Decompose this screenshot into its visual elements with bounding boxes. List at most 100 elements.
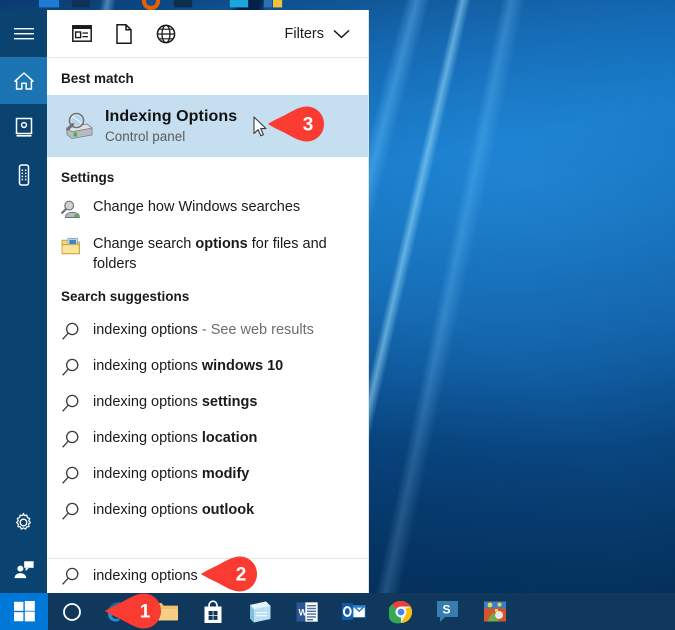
suggestion-see-web-results[interactable]: indexing options - See web results bbox=[47, 313, 368, 349]
cortana-search-panel: Filters Best match Indexing Options Cont… bbox=[0, 10, 369, 593]
rail-item-devices[interactable] bbox=[0, 151, 47, 198]
suggestion-label: indexing options settings bbox=[91, 393, 257, 413]
settings-item-change-search-options[interactable]: Change search options for files and fold… bbox=[47, 231, 368, 276]
mouse-cursor bbox=[253, 116, 267, 137]
cortana-button[interactable] bbox=[48, 593, 95, 630]
store-button[interactable] bbox=[189, 593, 236, 630]
sticky-notes-icon bbox=[249, 601, 270, 622]
cortana-content: Filters Best match Indexing Options Cont… bbox=[47, 10, 369, 593]
settings-label-part: Change search bbox=[93, 236, 196, 252]
suggestion-text-bold: outlook bbox=[201, 502, 255, 519]
word-button[interactable]: W bbox=[283, 593, 330, 630]
suggestion-text: indexing options bbox=[93, 502, 202, 519]
suggestion-settings[interactable]: indexing options settings bbox=[47, 385, 368, 421]
best-match-title: Indexing Options bbox=[105, 108, 238, 125]
store-bag-icon bbox=[204, 599, 221, 623]
suggestion-outlook[interactable]: indexing options outlook bbox=[47, 493, 368, 529]
chrome-button[interactable] bbox=[377, 593, 424, 630]
settings-item-change-how-windows-searches[interactable]: Change how Windows searches bbox=[47, 194, 368, 231]
search-icon bbox=[61, 567, 91, 586]
home-icon bbox=[13, 71, 34, 90]
magnifier-icon-glyph bbox=[62, 466, 79, 484]
edge-icon bbox=[107, 601, 129, 621]
folder-options-icon-glyph bbox=[61, 237, 80, 255]
search-input[interactable]: indexing options bbox=[47, 558, 368, 593]
rail-item-feedback[interactable] bbox=[0, 546, 47, 593]
settings-label-part: Change how Windows searches bbox=[93, 199, 301, 215]
screen: Filters Best match Indexing Options Cont… bbox=[0, 0, 675, 630]
magnifier-icon-glyph bbox=[62, 358, 79, 376]
magnifier-icon bbox=[61, 502, 91, 521]
suggestion-modify[interactable]: indexing options modify bbox=[47, 457, 368, 493]
sticky-notes-button[interactable] bbox=[236, 593, 283, 630]
suggestion-text: indexing options bbox=[93, 466, 202, 483]
magnifier-icon-glyph bbox=[62, 567, 79, 585]
suggestion-text-bold: location bbox=[201, 430, 258, 447]
suggestion-location[interactable]: indexing options location bbox=[47, 421, 368, 457]
search-person-icon-glyph bbox=[61, 200, 80, 218]
filters-button[interactable]: Filters bbox=[285, 26, 356, 42]
magnifier-icon bbox=[61, 322, 91, 341]
indexing-options-icon-glyph bbox=[66, 112, 93, 139]
start-button[interactable] bbox=[0, 593, 48, 630]
suggestion-text-bold: windows 10 bbox=[201, 358, 284, 375]
game-tile-icon bbox=[483, 601, 506, 622]
snagit-icon: S bbox=[437, 601, 458, 622]
notebook-icon bbox=[15, 117, 32, 137]
settings-item-label: Change search options for files and fold… bbox=[91, 233, 358, 274]
outlook-button[interactable] bbox=[330, 593, 377, 630]
suggestion-text-muted: - See web results bbox=[197, 322, 314, 339]
suggestion-label: indexing options location bbox=[91, 429, 257, 449]
app-window-icon bbox=[72, 25, 92, 42]
cortana-rail-bottom bbox=[0, 499, 47, 593]
filter-web-button[interactable] bbox=[145, 15, 187, 53]
search-input-value: indexing options bbox=[93, 568, 198, 584]
search-person-icon bbox=[61, 196, 91, 219]
gear-icon bbox=[15, 512, 32, 530]
snagit-button[interactable]: S bbox=[424, 593, 471, 630]
settings-item-label: Change how Windows searches bbox=[91, 196, 300, 218]
settings-label-part-bold: options bbox=[195, 236, 248, 252]
filter-documents-button[interactable] bbox=[103, 15, 145, 53]
file-explorer-button[interactable] bbox=[142, 593, 189, 630]
suggestion-label: indexing options outlook bbox=[91, 501, 254, 521]
magnifier-icon-glyph bbox=[62, 394, 79, 412]
magnifier-icon bbox=[61, 430, 91, 449]
outlook-icon bbox=[341, 603, 366, 620]
rail-item-settings[interactable] bbox=[0, 499, 47, 546]
magnifier-icon bbox=[61, 466, 91, 485]
suggestion-text-bold: settings bbox=[201, 394, 258, 411]
taskbar: W S bbox=[0, 593, 675, 630]
rail-item-notebook[interactable] bbox=[0, 104, 47, 151]
chrome-icon bbox=[388, 600, 412, 624]
magnifier-icon-glyph bbox=[62, 430, 79, 448]
cortana-circle-icon bbox=[62, 602, 81, 621]
edge-button[interactable] bbox=[95, 593, 142, 630]
magnifier-icon-glyph bbox=[62, 502, 79, 520]
best-match-heading: Best match bbox=[61, 71, 134, 86]
game-button[interactable] bbox=[471, 593, 518, 630]
hamburger-icon bbox=[13, 27, 34, 39]
suggestion-text: indexing options bbox=[93, 322, 198, 339]
magnifier-icon bbox=[61, 394, 91, 413]
search-results-list: Best match Indexing Options Control pane… bbox=[47, 58, 368, 558]
chevron-down-icon bbox=[333, 29, 350, 38]
best-match-row[interactable]: Indexing Options Control panel bbox=[47, 95, 368, 157]
suggestion-text: indexing options bbox=[93, 394, 202, 411]
folder-options-icon bbox=[61, 233, 91, 256]
word-icon: W bbox=[296, 601, 318, 622]
suggestion-windows-10[interactable]: indexing options windows 10 bbox=[47, 349, 368, 385]
rail-item-home[interactable] bbox=[0, 57, 47, 104]
windows-logo-icon bbox=[13, 601, 35, 622]
suggestion-label: indexing options windows 10 bbox=[91, 357, 283, 377]
best-match-subtitle: Control panel bbox=[105, 129, 186, 144]
search-filter-toolbar: Filters bbox=[47, 10, 368, 58]
globe-icon bbox=[156, 24, 176, 43]
suggestion-text: indexing options bbox=[93, 358, 202, 375]
best-match-text: Indexing Options Control panel bbox=[105, 108, 237, 144]
filter-apps-button[interactable] bbox=[61, 15, 103, 53]
hamburger-menu-button[interactable] bbox=[0, 10, 47, 57]
feedback-icon bbox=[14, 560, 34, 578]
magnifier-icon bbox=[61, 358, 91, 377]
cortana-rail bbox=[0, 10, 47, 593]
